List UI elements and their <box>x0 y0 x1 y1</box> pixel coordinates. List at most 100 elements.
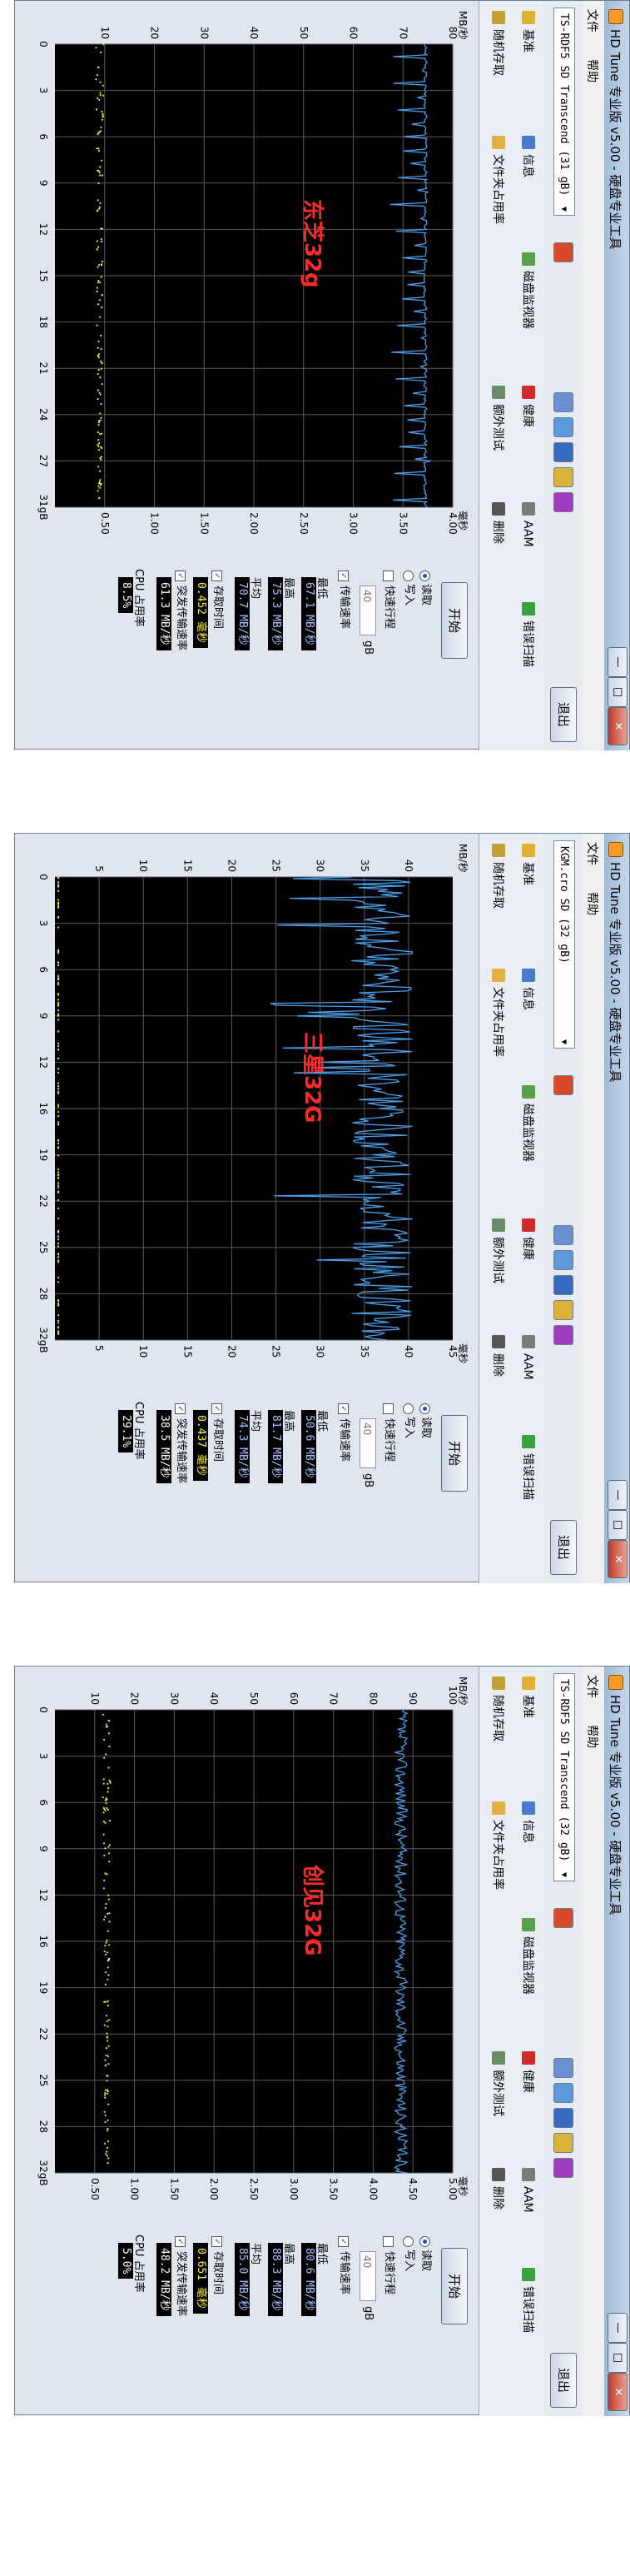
drive-select[interactable]: TS-RDF5 SD Transcend (32 gB) ▼ <box>553 1673 575 1881</box>
tab-health[interactable]: 健康 <box>518 1217 538 1260</box>
tab-aam[interactable]: AAM <box>518 1333 538 1380</box>
tab-extra-tests[interactable]: 额外测试 <box>488 384 508 451</box>
tab-benchmark[interactable]: 基准 <box>518 1675 538 1718</box>
write-radio[interactable]: 写入 <box>401 569 416 605</box>
access-time-point <box>57 1242 60 1245</box>
fast-mode-size-input[interactable]: 40 <box>360 2251 376 2301</box>
tab-random-access[interactable]: 随机存取 <box>488 1675 508 1741</box>
menu-help[interactable]: 帮助 <box>584 59 601 82</box>
screenshot-icon[interactable] <box>553 1275 573 1295</box>
maximize-button[interactable]: □ <box>608 677 628 707</box>
fast-mode-size-input[interactable]: 40 <box>360 585 376 635</box>
read-radio[interactable]: 读取 <box>418 569 433 605</box>
tab-error-scan[interactable]: 错误扫描 <box>518 1433 538 1500</box>
close-button[interactable]: ✕ <box>608 2373 628 2411</box>
write-radio[interactable]: 写入 <box>401 1402 416 1438</box>
tab-folder-usage[interactable]: 文件夹占用率 <box>488 134 508 224</box>
tab-health[interactable]: 健康 <box>518 384 538 427</box>
tab-folder-usage[interactable]: 文件夹占用率 <box>488 967 508 1057</box>
menu-file[interactable]: 文件 <box>584 9 601 32</box>
burst-rate-value: 48.2 MB/秒 <box>156 2243 171 2316</box>
close-button[interactable]: ✕ <box>608 707 628 745</box>
exit-button[interactable]: 退出 <box>550 1520 577 1575</box>
download-icon[interactable] <box>553 2158 573 2178</box>
options-icon[interactable] <box>553 1300 573 1320</box>
thermometer-icon[interactable] <box>553 1908 573 1928</box>
access-time-point <box>57 1030 60 1033</box>
access-time-point <box>57 905 60 908</box>
screenshot-icon[interactable] <box>553 442 573 462</box>
info-icon[interactable] <box>553 1250 573 1270</box>
access-time-checkbox[interactable]: ✓ 存取时间 <box>210 569 225 629</box>
read-radio[interactable]: 读取 <box>418 1402 433 1438</box>
tab-folder-usage[interactable]: 文件夹占用率 <box>488 1800 508 1890</box>
menu-file[interactable]: 文件 <box>584 1675 601 1698</box>
cpu-label: CPU 占用率 <box>132 2235 145 2293</box>
info-icon[interactable] <box>553 2083 573 2103</box>
drive-select[interactable]: TS-RDF5 SD Transcend (31 gB) ▼ <box>553 7 575 216</box>
tab-error-scan[interactable]: 错误扫描 <box>518 600 538 667</box>
exit-button[interactable]: 退出 <box>550 687 577 742</box>
transfer-rate-checkbox[interactable]: ✓ 传输速率 <box>336 1402 351 1462</box>
tab-aam[interactable]: AAM <box>518 501 538 547</box>
transfer-rate-checkbox[interactable]: ✓ 传输速率 <box>336 2235 351 2294</box>
tab-error-scan[interactable]: 错误扫描 <box>518 2266 538 2333</box>
tab-info[interactable]: 信息 <box>518 1800 538 1843</box>
tab-health[interactable]: 健康 <box>518 2050 538 2093</box>
tab-random-access[interactable]: 随机存取 <box>488 9 508 76</box>
tab-info[interactable]: 信息 <box>518 967 538 1010</box>
fast-mode-checkbox[interactable]: 快速行程 <box>381 1402 396 1462</box>
start-button[interactable]: 开始 <box>441 582 468 659</box>
tab-disk-monitor[interactable]: 磁盘监视器 <box>518 1084 538 1162</box>
copy-icon[interactable] <box>553 392 573 412</box>
menu-help[interactable]: 帮助 <box>584 1725 601 1748</box>
tab-erase[interactable]: 删除 <box>488 501 508 544</box>
minimize-button[interactable]: — <box>608 1480 628 1510</box>
tab-benchmark[interactable]: 基准 <box>518 842 538 885</box>
menu-file[interactable]: 文件 <box>584 842 601 865</box>
copy-icon[interactable] <box>553 1225 573 1245</box>
fast-mode-checkbox[interactable]: 快速行程 <box>381 569 396 629</box>
access-time-value: 0.452 毫秒 <box>193 577 208 648</box>
tab-disk-monitor[interactable]: 磁盘监视器 <box>518 251 538 329</box>
menu-help[interactable]: 帮助 <box>584 892 601 915</box>
screenshot-icon[interactable] <box>553 2108 573 2128</box>
tab-aam[interactable]: AAM <box>518 2166 538 2213</box>
thermometer-icon[interactable] <box>553 1075 573 1095</box>
fast-mode-checkbox[interactable]: 快速行程 <box>381 2235 396 2294</box>
tab-erase[interactable]: 删除 <box>488 1333 508 1377</box>
exit-button[interactable]: 退出 <box>550 2353 577 2408</box>
burst-rate-checkbox[interactable]: ✓ 突发传输速率 <box>173 569 188 650</box>
access-time-point <box>97 182 100 185</box>
close-button[interactable]: ✕ <box>608 1540 628 1578</box>
start-button[interactable]: 开始 <box>441 1415 468 1492</box>
thermometer-icon[interactable] <box>553 242 573 262</box>
transfer-rate-checkbox[interactable]: ✓ 传输速率 <box>336 569 351 629</box>
drive-select[interactable]: KGM.cro SD (32 gB) ▼ <box>553 840 575 1049</box>
tab-info[interactable]: 信息 <box>518 134 538 177</box>
minimize-button[interactable]: — <box>608 647 628 677</box>
access-time-checkbox[interactable]: ✓ 存取时间 <box>210 2235 225 2294</box>
minimize-button[interactable]: — <box>608 2313 628 2343</box>
tab-benchmark[interactable]: 基准 <box>518 9 538 52</box>
download-icon[interactable] <box>553 492 573 512</box>
info-icon[interactable] <box>553 417 573 437</box>
options-icon[interactable] <box>553 467 573 487</box>
write-radio[interactable]: 写入 <box>401 2235 416 2271</box>
tab-random-access[interactable]: 随机存取 <box>488 842 508 909</box>
maximize-button[interactable]: □ <box>608 1510 628 1540</box>
burst-rate-checkbox[interactable]: ✓ 突发传输速率 <box>173 2235 188 2316</box>
tab-disk-monitor[interactable]: 磁盘监视器 <box>518 1916 538 1995</box>
maximize-button[interactable]: □ <box>608 2343 628 2373</box>
read-radio[interactable]: 读取 <box>418 2235 433 2271</box>
tab-extra-tests[interactable]: 额外测试 <box>488 1217 508 1283</box>
tab-erase[interactable]: 删除 <box>488 2166 508 2210</box>
access-time-checkbox[interactable]: ✓ 存取时间 <box>210 1402 225 1462</box>
tab-extra-tests[interactable]: 额外测试 <box>488 2050 508 2116</box>
fast-mode-size-input[interactable]: 40 <box>360 1418 376 1468</box>
options-icon[interactable] <box>553 2133 573 2153</box>
copy-icon[interactable] <box>553 2058 573 2078</box>
start-button[interactable]: 开始 <box>441 2248 468 2324</box>
download-icon[interactable] <box>553 1325 573 1345</box>
burst-rate-checkbox[interactable]: ✓ 突发传输速率 <box>173 1402 188 1483</box>
